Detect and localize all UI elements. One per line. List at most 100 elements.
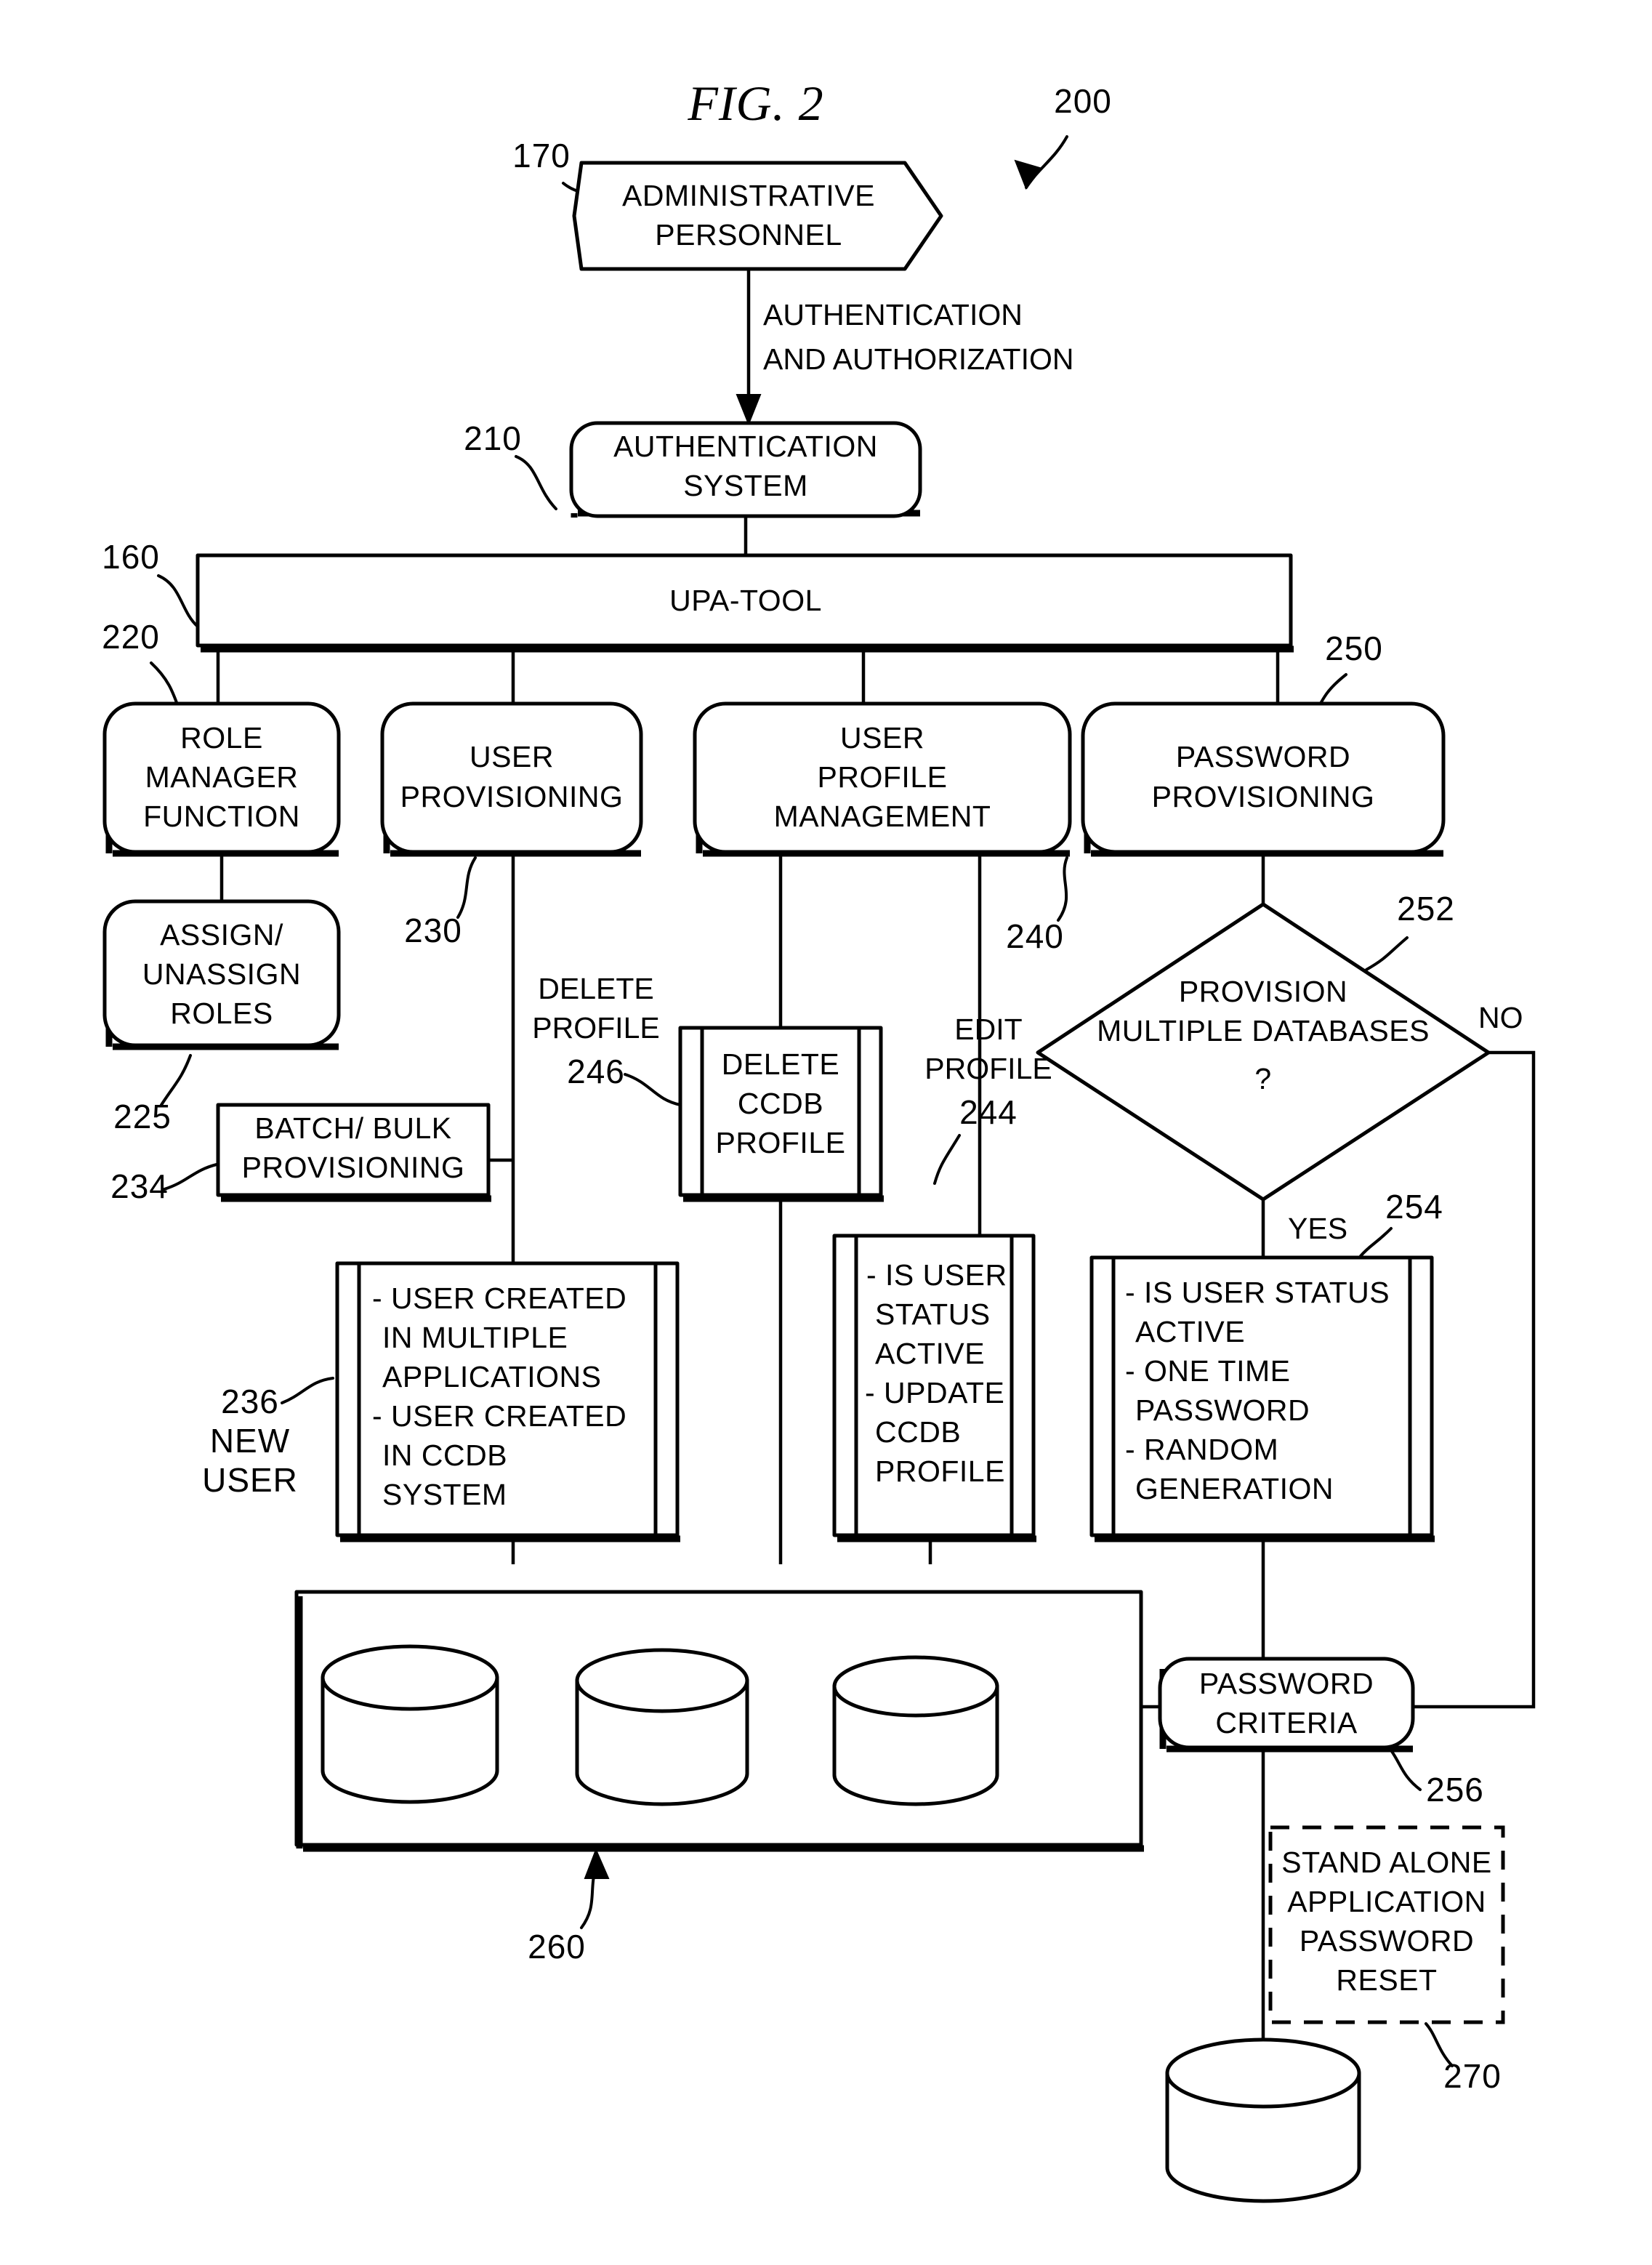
new-user-line-6: SYSTEM	[382, 1478, 507, 1511]
user-provisioning-line-1: USER	[470, 740, 554, 773]
ref-number-252: 252	[1397, 890, 1455, 928]
standalone-database-cylinder	[1165, 2037, 1361, 2203]
ref-number-230: 230	[404, 912, 462, 949]
role-manager-line-1: ROLE	[180, 721, 263, 755]
ref-number-244: 244	[959, 1093, 1018, 1131]
new-user-line-5: IN CCDB	[382, 1439, 507, 1472]
role-manager-line-2: MANAGER	[145, 760, 299, 794]
decision-yes-label: YES	[1288, 1212, 1347, 1245]
arrowhead-admin-to-auth	[736, 394, 762, 426]
new-user-line-1: - USER CREATED	[372, 1282, 626, 1315]
new-user-sub-line-2: USER	[202, 1461, 298, 1499]
provision-databases-decision-diamond	[1036, 902, 1491, 1202]
standalone-line-2: APPLICATION	[1287, 1885, 1486, 1918]
arrowhead-200	[1014, 159, 1043, 190]
leader-210	[515, 455, 557, 510]
upa-tool-label: UPA-TOOL	[669, 584, 822, 617]
edit-profile-label-line-2: PROFILE	[924, 1052, 1052, 1085]
user-provisioning-box	[380, 701, 643, 854]
new-user-line-4: - USER CREATED	[372, 1399, 626, 1433]
leader-254	[1359, 1227, 1393, 1258]
decision-line-2: MULTIPLE DATABASES	[1097, 1014, 1430, 1047]
auth-system-line-1: AUTHENTICATION	[613, 430, 878, 463]
standalone-line-3: PASSWORD	[1300, 1924, 1474, 1958]
password-provisioning-line-1: PASSWORD	[1176, 740, 1350, 773]
password-process-line-6: GENERATION	[1135, 1472, 1334, 1505]
ref-number-254: 254	[1385, 1188, 1443, 1226]
password-process-line-4: PASSWORD	[1135, 1393, 1310, 1427]
leader-252	[1365, 936, 1409, 971]
password-criteria-line-2: CRITERIA	[1215, 1706, 1358, 1739]
password-criteria-line-1: PASSWORD	[1199, 1667, 1374, 1700]
ref-number-236: 236	[221, 1383, 279, 1420]
edit-profile-line-2: STATUS	[875, 1298, 991, 1331]
auth-edge-label-line-2: AND AUTHORIZATION	[763, 342, 1073, 376]
ref-number-234: 234	[110, 1167, 169, 1205]
password-process-line-3: - ONE TIME	[1125, 1354, 1290, 1388]
ref-number-220: 220	[102, 618, 160, 656]
assign-roles-line-1: ASSIGN/	[160, 918, 283, 952]
password-process-line-1: - IS USER STATUS	[1125, 1276, 1390, 1309]
decision-no-label: NO	[1478, 1001, 1523, 1034]
ref-number-246: 246	[567, 1053, 625, 1090]
ref-number-170: 170	[512, 137, 571, 174]
database-cylinder-2	[575, 1648, 749, 1806]
leader-236	[281, 1377, 334, 1404]
password-provisioning-box	[1081, 701, 1446, 854]
database-cylinder-1	[321, 1644, 499, 1804]
batch-bulk-line-2: PROVISIONING	[242, 1151, 465, 1184]
leader-256	[1390, 1749, 1422, 1791]
leader-234	[163, 1163, 218, 1191]
patent-figure-canvas: FIG. 2 200 170 ADMINISTRATIVE PERSONNEL …	[0, 0, 1652, 2265]
delete-profile-label-line-1: DELETE	[538, 972, 654, 1005]
ref-number-250: 250	[1325, 629, 1383, 667]
edit-profile-line-3: ACTIVE	[875, 1337, 985, 1370]
ref-number-270: 270	[1443, 2057, 1502, 2095]
new-user-line-3: APPLICATIONS	[382, 1360, 601, 1393]
password-process-line-2: ACTIVE	[1135, 1315, 1245, 1348]
standalone-line-1: STAND ALONE	[1281, 1846, 1492, 1879]
leader-225	[160, 1054, 192, 1106]
admin-personnel-line-1: ADMINISTRATIVE	[622, 179, 875, 212]
database-cylinder-3	[832, 1655, 999, 1806]
auth-edge-label-line-1: AUTHENTICATION	[763, 298, 1023, 331]
user-provisioning-line-2: PROVISIONING	[400, 780, 624, 813]
delete-ccdb-line-2: CCDB	[738, 1087, 823, 1120]
leader-246	[624, 1073, 682, 1106]
delete-profile-label-line-2: PROFILE	[532, 1011, 659, 1045]
auth-system-line-2: SYSTEM	[683, 469, 808, 502]
user-profile-line-3: MANAGEMENT	[774, 800, 991, 833]
delete-ccdb-line-1: DELETE	[722, 1047, 840, 1081]
user-profile-line-1: USER	[840, 721, 924, 755]
ref-number-256: 256	[1426, 1771, 1484, 1809]
edit-profile-line-6: PROFILE	[875, 1455, 1005, 1488]
leader-244	[933, 1134, 961, 1185]
assign-roles-line-3: ROLES	[170, 997, 273, 1030]
leader-240	[1057, 856, 1068, 922]
password-provisioning-line-2: PROVISIONING	[1152, 780, 1375, 813]
decision-line-3: ?	[1254, 1062, 1271, 1095]
batch-bulk-line-1: BATCH/ BULK	[254, 1111, 451, 1145]
leader-160	[157, 574, 199, 628]
leader-230	[456, 856, 477, 919]
admin-personnel-line-2: PERSONNEL	[655, 218, 842, 252]
ref-number-200: 200	[1054, 82, 1112, 120]
ref-number-210: 210	[464, 419, 522, 457]
leader-270	[1425, 2022, 1454, 2067]
edit-profile-line-5: CCDB	[875, 1415, 961, 1449]
decision-line-1: PROVISION	[1179, 975, 1347, 1008]
role-manager-line-3: FUNCTION	[143, 800, 300, 833]
ref-number-160: 160	[102, 538, 160, 576]
arrowhead-260	[584, 1848, 610, 1879]
edit-profile-line-1: - IS USER	[866, 1258, 1007, 1292]
new-user-line-2: IN MULTIPLE	[382, 1321, 568, 1354]
figure-title: FIG. 2	[687, 76, 823, 131]
new-user-sub-line-1: NEW	[210, 1422, 290, 1460]
delete-ccdb-line-3: PROFILE	[716, 1126, 846, 1159]
ref-number-260: 260	[528, 1928, 586, 1966]
user-profile-line-2: PROFILE	[818, 760, 948, 794]
edit-profile-line-4: - UPDATE	[865, 1376, 1004, 1409]
edit-profile-label-line-1: EDIT	[954, 1013, 1022, 1046]
standalone-line-4: RESET	[1336, 1963, 1437, 1997]
figure-2-diagram: FIG. 2 200 170 ADMINISTRATIVE PERSONNEL …	[102, 76, 1536, 2203]
